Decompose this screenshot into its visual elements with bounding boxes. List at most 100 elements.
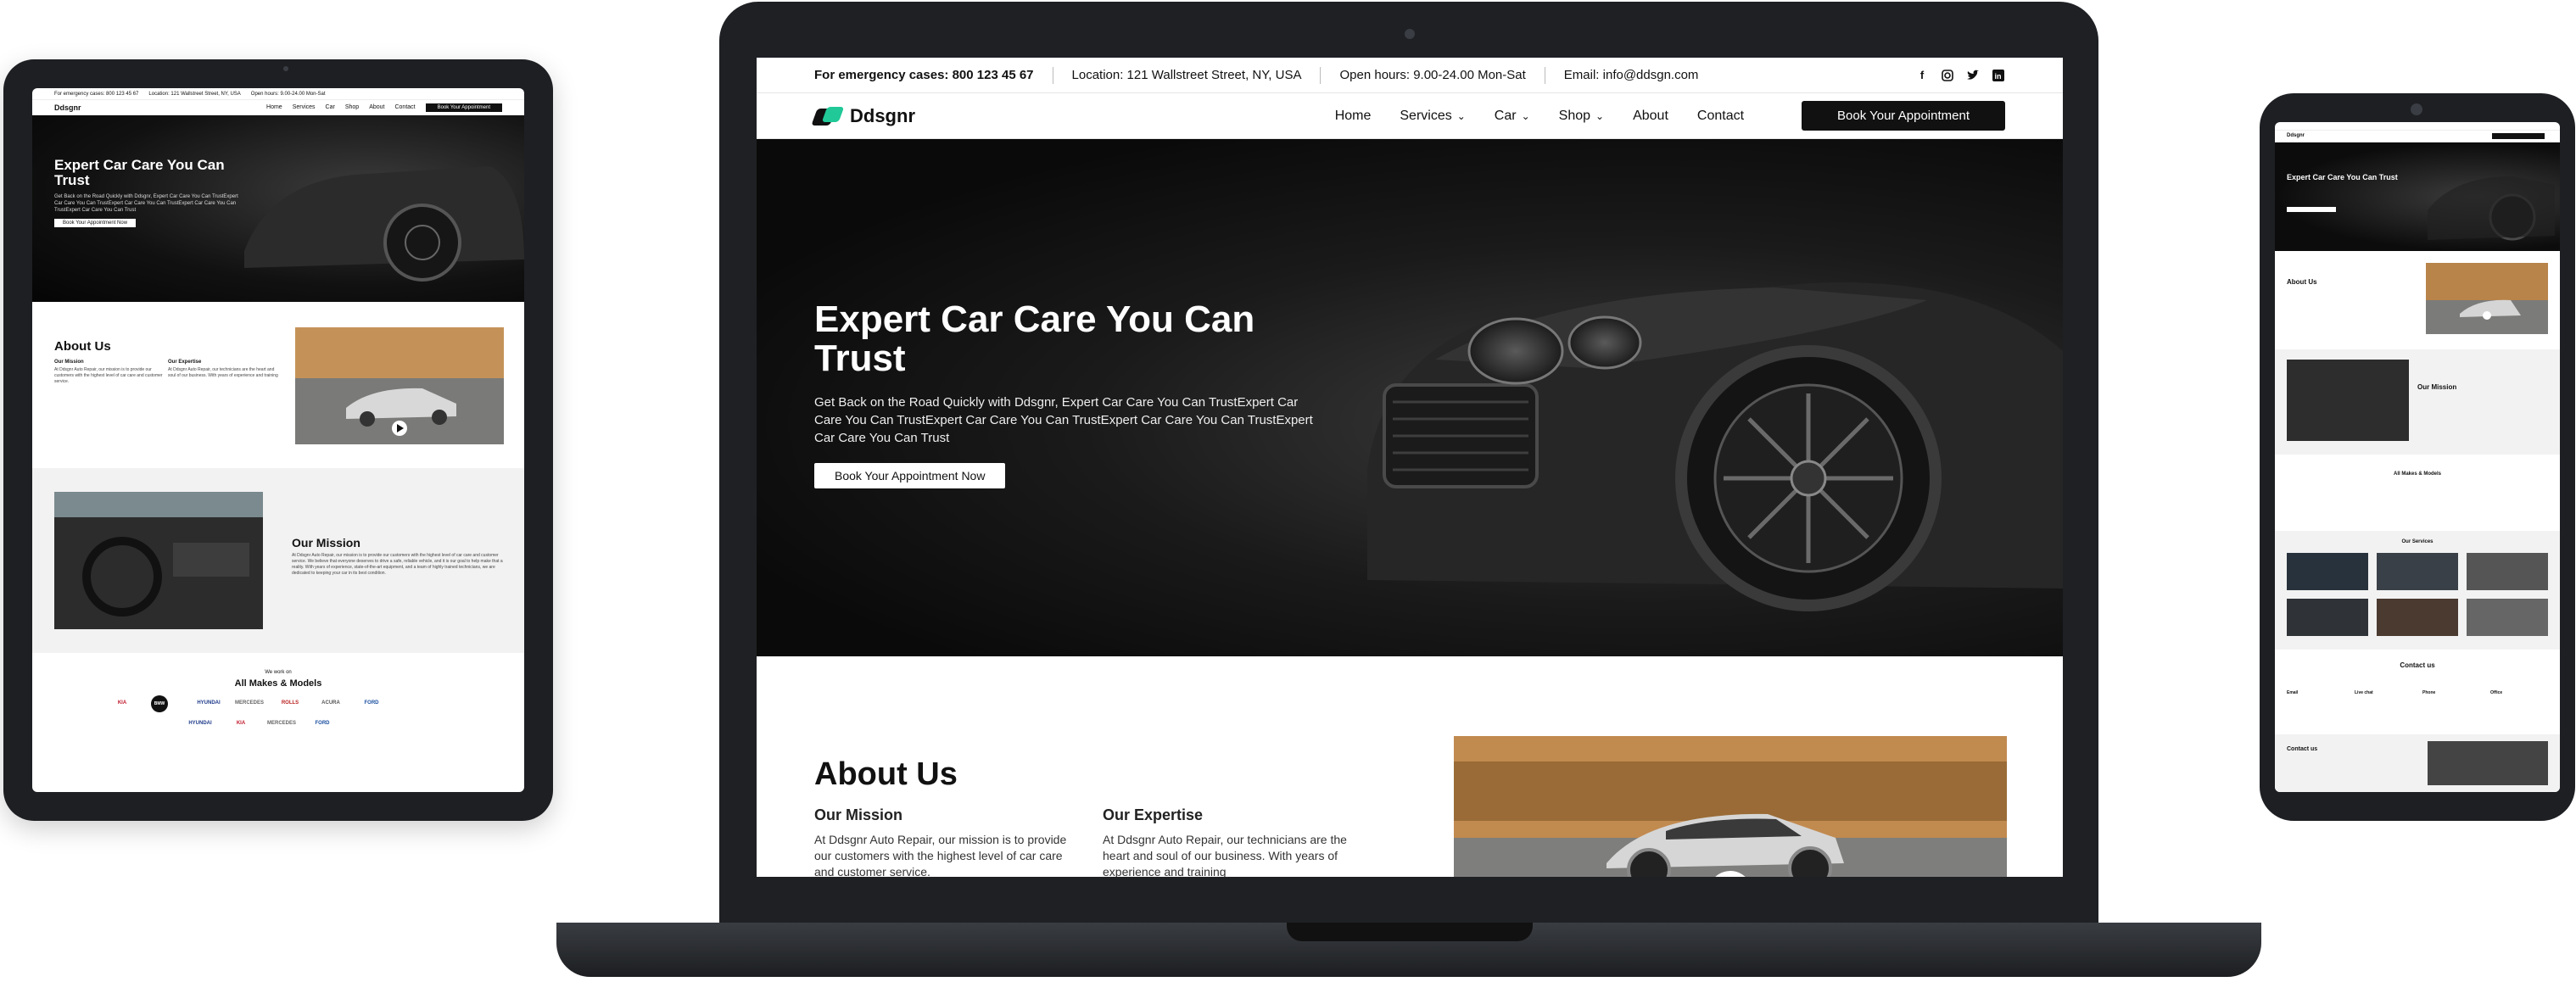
phone-contact: Contact us Email Live chat Phone Office (2275, 650, 2560, 734)
brand-logo-kia-2: KIA (236, 721, 246, 726)
instagram-icon[interactable] (1941, 69, 1954, 82)
phone-service-card[interactable] (2287, 599, 2368, 636)
brand-logo-acura: ACURA (321, 700, 340, 706)
nav-shop[interactable]: Shop ⌄ (1559, 109, 1604, 124)
phone-service-card[interactable] (2467, 599, 2548, 636)
hero-section: Expert Car Care You Can Trust Get Back o… (757, 139, 2063, 656)
nav-car-label: Car (1494, 108, 1517, 123)
tablet-hero-title: Expert Car Care You Can Trust (54, 157, 225, 188)
hours-text: Open hours: 9.00-24.00 Mon-Sat (1339, 68, 1526, 82)
nav-shop-label: Shop (1558, 108, 1591, 123)
phone-hero-title: Expert Car Care You Can Trust (2287, 173, 2398, 181)
phone-about: About Us (2275, 258, 2560, 346)
tablet-logo[interactable]: Ddsgnr (54, 103, 81, 112)
logo-mark-icon (814, 105, 843, 127)
tablet-hero: Expert Car Care You Can Trust Get Back o… (32, 115, 524, 302)
tablet-hours: Open hours: 9.00-24.00 Mon-Sat (250, 91, 326, 97)
tablet-expertise-col: Our Expertise At Ddsgnr Auto Repair, our… (168, 360, 278, 379)
phone-screen: Ddsgnr Expert Car Care You Can Trust Abo… (2275, 122, 2560, 792)
tablet-hero-car-image (244, 166, 524, 282)
expertise-text: At Ddsgnr Auto Repair, our technicians a… (1103, 833, 1347, 877)
tablet-hero-cta[interactable]: Book Your Appointment Now (54, 219, 137, 227)
phone-contact-chat[interactable]: Live chat (2355, 690, 2373, 695)
phone-camera (2411, 103, 2422, 115)
tablet-nav-services[interactable]: Services (293, 104, 316, 110)
tablet-topbar: For emergency cases: 800 123 45 67 Locat… (32, 88, 524, 100)
phone-contact-email[interactable]: Email (2287, 690, 2298, 695)
mission-text: At Ddsgnr Auto Repair, our mission is to… (814, 833, 1067, 877)
nav-menu: Home Services ⌄ Car ⌄ Shop ⌄ About Contact … (1335, 101, 2005, 131)
phone-topbar (2275, 122, 2560, 131)
nav-services[interactable]: Services ⌄ (1400, 109, 1465, 124)
hero-cta-button[interactable]: Book Your Appointment Now (814, 463, 1006, 488)
brand-logo-kia: KIA (117, 700, 127, 706)
chevron-down-icon: ⌄ (1521, 109, 1530, 122)
phone-services-title: Our Services (2401, 539, 2434, 544)
phone-hero-cta[interactable] (2287, 207, 2336, 212)
about-title: About Us (814, 756, 958, 792)
nav-home[interactable]: Home (1335, 109, 1372, 124)
phone-contact-title: Contact us (2400, 661, 2435, 669)
tablet-nav-contact[interactable]: Contact (394, 104, 415, 110)
tablet-hero-text: Get Back on the Road Quickly with Ddsgnr… (54, 194, 238, 213)
tablet-screen: For emergency cases: 800 123 45 67 Locat… (32, 88, 524, 792)
brand-logo-mercedes: MERCEDES (234, 700, 264, 706)
location-text: Location: 121 Wallstreet Street, NY, USA (1071, 68, 1302, 82)
tablet-nav-about[interactable]: About (369, 104, 384, 110)
tablet-location: Location: 121 Wallstreet Street, NY, USA (148, 91, 241, 97)
tablet-mission-heading: Our Mission (292, 536, 360, 549)
tablet-nav-shop[interactable]: Shop (345, 104, 359, 110)
phone-book-button[interactable] (2492, 133, 2545, 139)
book-appointment-button[interactable]: Book Your Appointment (1802, 101, 2005, 131)
phone-contact-phone[interactable]: Phone (2422, 690, 2435, 695)
phone-contact-office[interactable]: Office (2490, 690, 2502, 695)
tablet-nav-car[interactable]: Car (326, 104, 335, 110)
site-logo[interactable]: Ddsgnr (814, 105, 915, 127)
about-section: About Us Our Mission At Ddsgnr Auto Repa… (757, 656, 2063, 877)
phone-form-image (2428, 741, 2548, 785)
tablet-makes-section: We work on All Makes & Models KIA BMW HY… (32, 653, 524, 789)
about-video[interactable] (1454, 736, 2007, 877)
phone-services: Our Services (2275, 531, 2560, 650)
email-link[interactable]: Email: info@ddsgn.com (1564, 68, 1699, 82)
laptop-notch (1287, 923, 1533, 941)
emergency-phone[interactable]: For emergency cases: 800 123 45 67 (814, 68, 1034, 82)
tablet-device: For emergency cases: 800 123 45 67 Locat… (3, 59, 553, 821)
mission-title: Our Mission (814, 806, 903, 823)
nav-services-label: Services (1400, 108, 1452, 123)
hero-title: Expert Car Care You Can Trust (814, 298, 1255, 379)
tablet-camera (283, 66, 288, 71)
expertise-title: Our Expertise (1103, 806, 1204, 823)
main-nav: Ddsgnr Home Services ⌄ Car ⌄ Shop ⌄ About C… (757, 93, 2063, 139)
phone-service-card[interactable] (2467, 553, 2548, 590)
brand-logo-bmw: BMW (151, 695, 168, 712)
tablet-book-button[interactable]: Book Your Appointment (425, 103, 502, 112)
phone-mission-title: Our Mission (2417, 383, 2457, 391)
brand-logo-mercedes-2: MERCEDES (266, 721, 296, 726)
tablet-emergency: For emergency cases: 800 123 45 67 (54, 91, 139, 97)
tablet-makes-title: All Makes & Models (234, 678, 322, 689)
tablet-about-car-image (295, 327, 504, 444)
brand-logo-hyundai-2: HYUNDAI (188, 721, 212, 726)
twitter-icon[interactable] (1966, 69, 1980, 82)
nav-about[interactable]: About (1633, 109, 1668, 124)
topbar: For emergency cases: 800 123 45 67 Locat… (757, 58, 2063, 93)
tablet-about-title: About Us (54, 339, 111, 354)
nav-car[interactable]: Car ⌄ (1495, 109, 1530, 124)
tablet-nav-home[interactable]: Home (266, 104, 282, 110)
chevron-down-icon: ⌄ (1595, 109, 1605, 122)
nav-contact[interactable]: Contact (1697, 109, 1744, 124)
phone-mission: Our Mission (2275, 349, 2560, 455)
tablet-about-video[interactable] (295, 327, 504, 444)
phone-logo[interactable]: Ddsgnr (2287, 133, 2305, 138)
phone-hero: Expert Car Care You Can Trust (2275, 142, 2560, 251)
chevron-down-icon: ⌄ (1456, 109, 1466, 122)
tablet-about-section: About Us Our Mission At Ddsgnr Auto Repa… (32, 302, 524, 468)
phone-service-card[interactable] (2377, 599, 2458, 636)
phone-service-card[interactable] (2377, 553, 2458, 590)
facebook-icon[interactable]: f (1915, 69, 1929, 82)
phone-about-image[interactable] (2426, 263, 2548, 334)
social-links: f in (1915, 69, 2005, 82)
linkedin-icon[interactable]: in (1992, 69, 2005, 82)
phone-service-card[interactable] (2287, 553, 2368, 590)
